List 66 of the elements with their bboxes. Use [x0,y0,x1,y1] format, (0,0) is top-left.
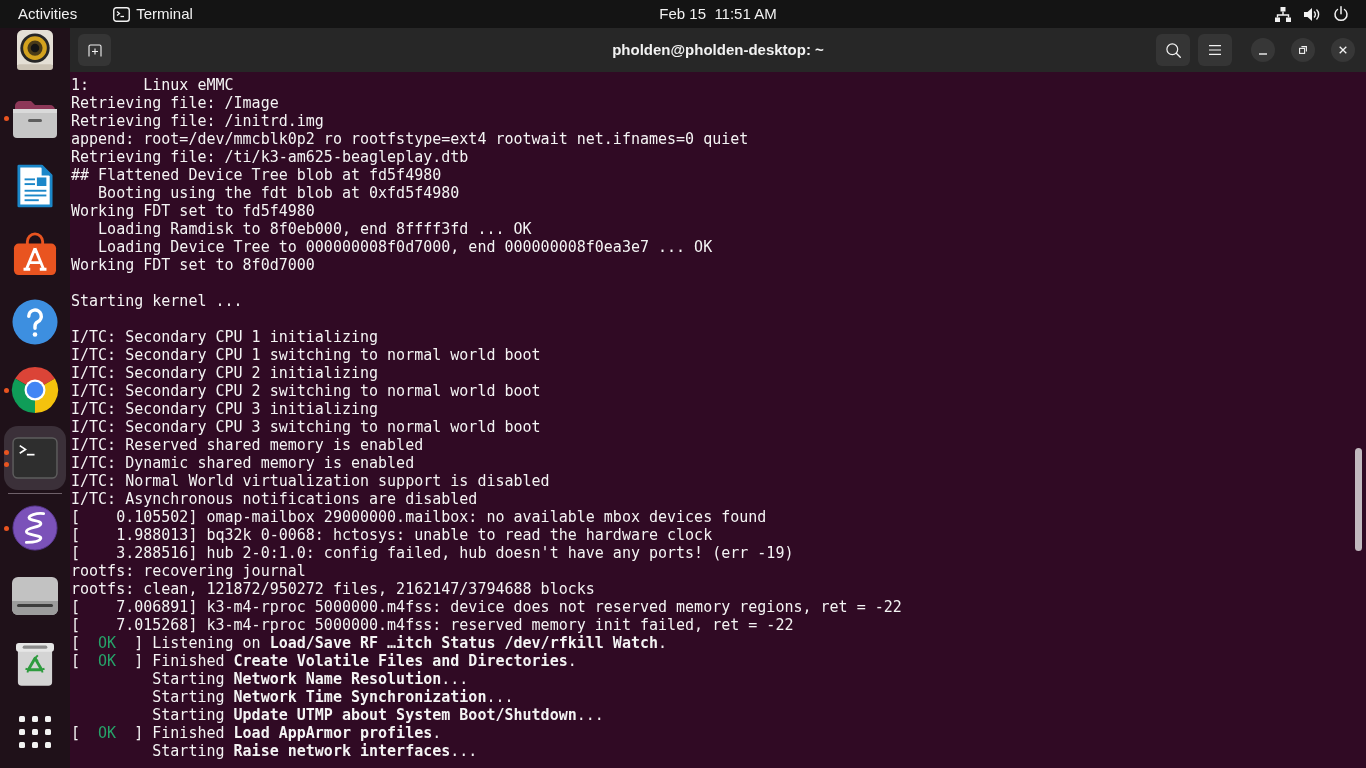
terminal-line: Working FDT set to fd5f4980 [71,202,315,220]
activities-button[interactable]: Activities [6,0,90,28]
terminal-line: [ 1.988013] bq32k 0-0068: hctosys: unable to read the hardware clock [71,526,713,544]
search-button[interactable] [1156,34,1190,66]
terminal-line: Starting Update UTMP about System Boot/Shutdown... [151,706,604,724]
drive-icon [12,577,58,615]
terminal-line: [ 3.288516] hub 2-0:1.0: config failed, hub doesn't have any ports! (err -19) [71,544,794,562]
terminal-line: ## Flattened Device Tree blob at fd5f4980 [71,166,442,184]
volume-icon [1304,6,1320,22]
minimize-button[interactable] [1251,38,1275,62]
new-tab-button[interactable] [78,34,111,66]
terminal-line: Retrieving file: /initrd.img [71,112,324,130]
terminal-line: I/TC: Reserved shared memory is enabled [71,436,424,454]
terminal-line: Starting kernel ... [71,292,243,310]
terminal-line: I/TC: Secondary CPU 2 initializing [71,364,379,382]
clock-button[interactable]: Feb 15 11:51 AM [659,0,777,28]
terminal-line: Retrieving file: /Image [71,94,279,112]
terminal-line: Starting Raise network interfaces... [151,742,478,760]
terminal-icon [113,6,131,22]
terminal-line: [ 7.015268] k3-m4-rproc 5000000.m4fss: reserved memory init failed, ret = -22 [71,616,794,634]
terminal-line: I/TC: Asynchronous notifications are disabled [71,490,478,508]
minimize-icon [1259,53,1267,55]
terminal-line: I/TC: Normal World virtualization support is disabled [71,472,550,490]
terminal-line: rootfs: clean, 121872/950272 files, 2162147/3794688 blocks [71,580,595,598]
terminal-line: Starting Network Name Resolution... [151,670,469,688]
shopping-bag-icon [13,232,57,276]
terminal-line: [ OK ] Listening on Load/Save RF …itch Status /dev/rfkill Watch. [71,634,668,652]
terminal-line: Loading Device Tree to 000000008f0d7000, end 000000008f0ea3e7 ... OK [97,238,713,256]
terminal-line: I/TC: Secondary CPU 3 switching to normal world boot [71,418,541,436]
terminal-line: 1: Linux eMMC [71,76,234,94]
terminal-line: append: root=/dev/mmcblk0p2 ro rootfstype=ext4 rootwait net.ifnames=0 quiet [71,130,749,148]
terminal-icon [12,437,58,479]
terminal-line: [ 7.006891] k3-m4-rproc 5000000.m4fss: device does not reserved memory regions, ret = -22 [71,598,902,616]
scrollbar-thumb[interactable] [1355,448,1362,551]
help-icon [12,299,58,345]
terminal-line: I/TC: Secondary CPU 3 initializing [71,400,379,418]
browser-icon [11,366,59,414]
menu-button[interactable] [1198,34,1232,66]
network-icon [1275,6,1291,22]
terminal-line: Booting using the fdt blob at 0xfd5f4980 [97,184,460,202]
swirl-icon [12,505,58,551]
terminal-line: [ OK ] Finished Create Volatile Files and Directories. [71,652,577,670]
close-icon [1339,46,1347,54]
terminal-line: Retrieving file: /ti/k3-am625-beagleplay.dtb [71,148,469,166]
new-tab-icon [87,43,102,57]
trash-icon [16,642,54,686]
terminal-line: Starting Network Time Synchronization... [151,688,514,706]
app-grid-icon [19,716,51,748]
terminal-line: I/TC: Secondary CPU 1 switching to normal world boot [71,346,541,364]
close-button[interactable] [1331,38,1355,62]
terminal-line: rootfs: recovering journal [71,562,306,580]
terminal-line: I/TC: Secondary CPU 2 switching to normal world boot [71,382,541,400]
menu-icon [1209,45,1221,55]
document-icon [17,164,53,208]
terminal-line: I/TC: Dynamic shared memory is enabled [71,454,415,472]
app-menu-button[interactable]: Terminal [101,0,205,28]
terminal-line: Working FDT set to 8f0d7000 [71,256,315,274]
maximize-button[interactable] [1291,38,1315,62]
power-icon [1333,6,1349,22]
terminal-line: [ OK ] Finished Load AppArmor profiles. [71,724,442,742]
window-title: pholden@pholden-desktop: ~ [612,39,824,60]
search-icon [1165,42,1181,58]
maximize-icon [1299,46,1307,54]
terminal-line: Loading Ramdisk to 8f0eb000, end 8ffff3fd ... OK [97,220,532,238]
terminal-line: [ 0.105502] omap-mailbox 29000000.mailbox: no available mbox devices found [71,508,767,526]
terminal-line: I/TC: Secondary CPU 1 initializing [71,328,379,346]
